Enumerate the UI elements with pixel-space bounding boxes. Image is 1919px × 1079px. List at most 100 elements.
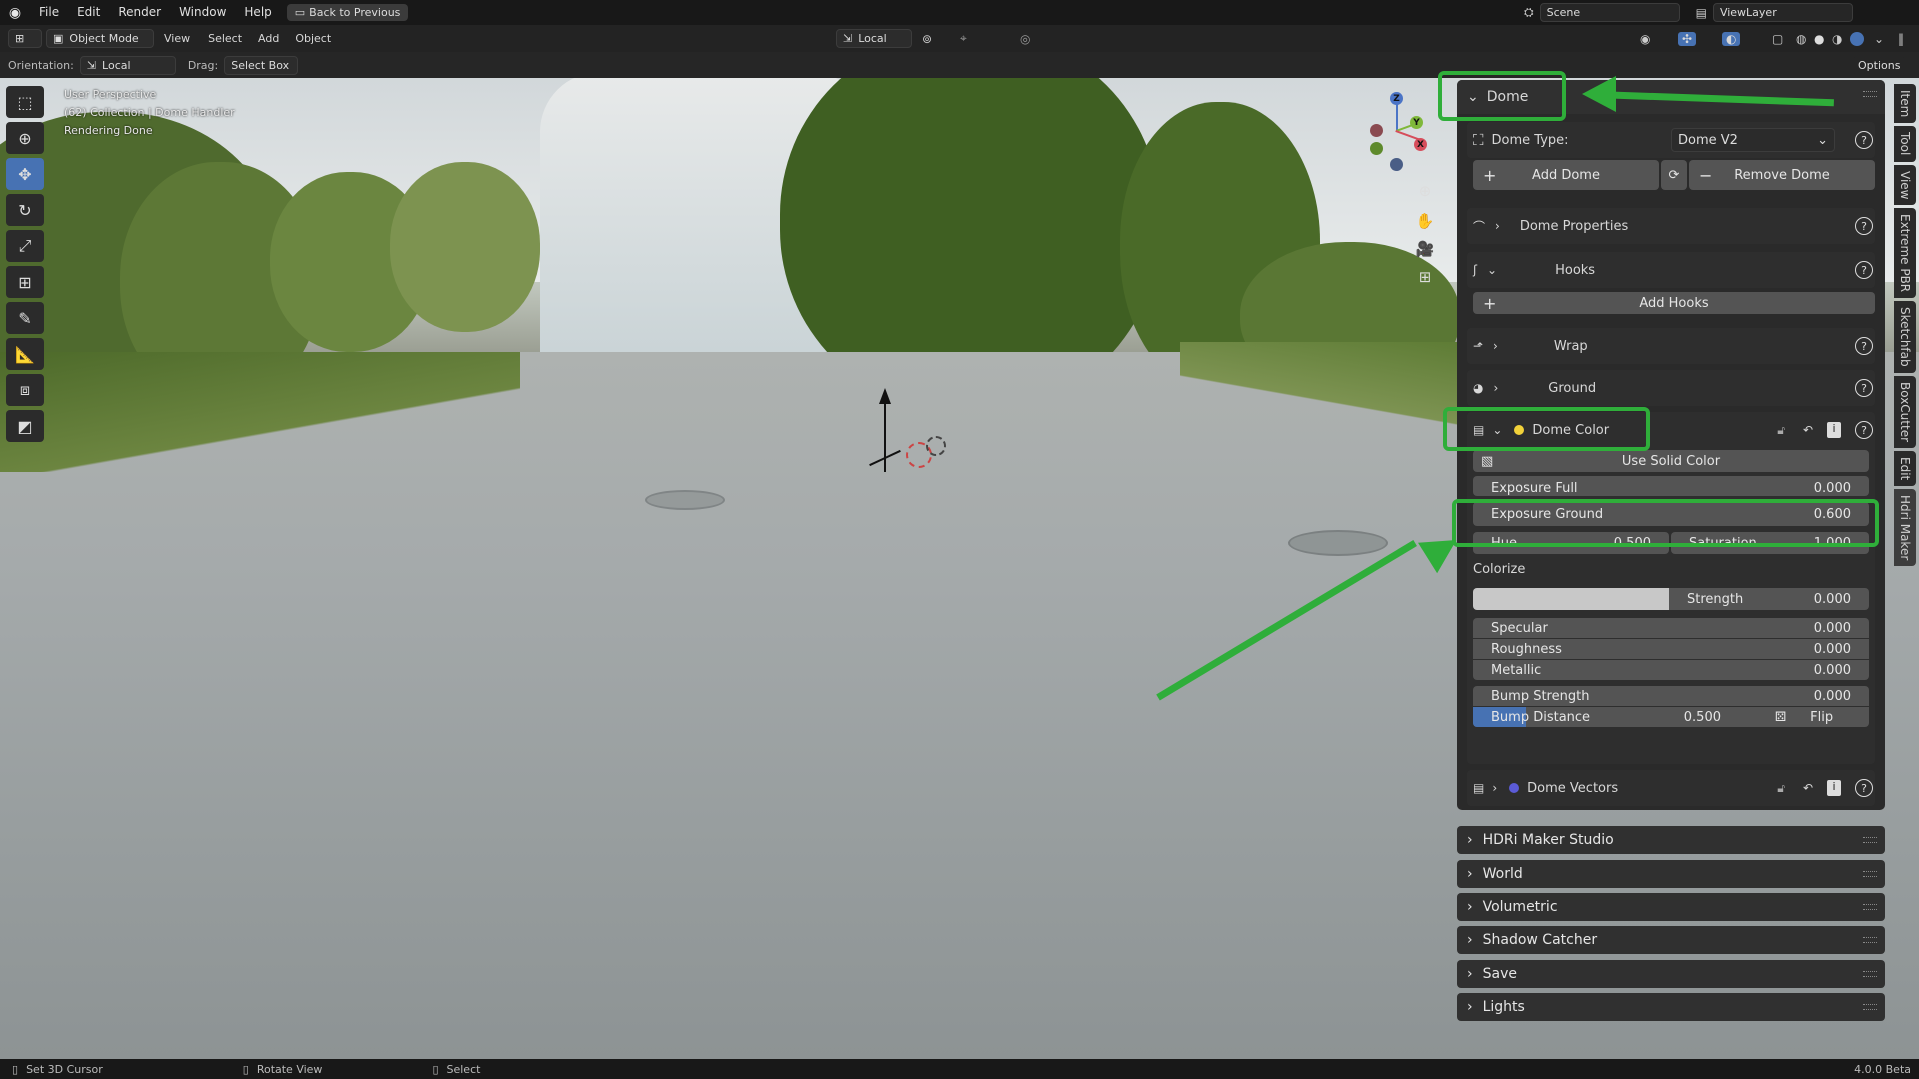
dome-handler-axis[interactable] xyxy=(884,392,886,472)
pause-icon[interactable]: ‖ xyxy=(1898,32,1904,46)
camera-icon[interactable]: 🎥 xyxy=(1414,238,1436,260)
drag-grip-icon[interactable] xyxy=(1863,91,1877,97)
annotate-tool-icon[interactable]: ✎ xyxy=(6,302,44,334)
help-icon[interactable]: ? xyxy=(1855,261,1873,279)
drag-grip-icon[interactable] xyxy=(1863,1004,1877,1010)
boxcutter-tool-icon[interactable]: ◩ xyxy=(6,410,44,442)
mode-selector[interactable]: ▣ Object Mode xyxy=(46,29,154,48)
undo-icon[interactable]: ↶ xyxy=(1803,423,1813,437)
wireframe-shading-icon[interactable]: ◍ xyxy=(1796,32,1806,46)
move-tool-icon[interactable]: ✥ xyxy=(6,158,44,190)
dome-properties-row[interactable]: ⌒ › Dome Properties ? xyxy=(1467,208,1875,244)
gizmo-y-axis[interactable]: Y xyxy=(1410,116,1423,129)
info-icon[interactable]: i xyxy=(1827,422,1841,438)
drag-grip-icon[interactable] xyxy=(1863,837,1877,843)
light-object[interactable] xyxy=(926,436,946,456)
zoom-icon[interactable]: ⊕ xyxy=(1414,180,1436,202)
proportional-editing-icon[interactable]: ◎ xyxy=(1020,32,1030,46)
ground-row[interactable]: ◕ › Ground ? xyxy=(1467,370,1875,406)
scale-tool-icon[interactable]: ⤢ xyxy=(6,230,44,262)
metallic-field[interactable]: Metallic 0.000 xyxy=(1473,660,1869,680)
hooks-row[interactable]: ʃ ⌄ Hooks ? xyxy=(1467,252,1875,288)
gizmo-x-axis[interactable]: X xyxy=(1414,138,1427,151)
add-dome-button[interactable]: + Add Dome xyxy=(1473,160,1659,190)
tab-edit[interactable]: Edit xyxy=(1894,450,1916,487)
remove-dome-button[interactable]: − Remove Dome xyxy=(1689,160,1875,190)
info-icon[interactable]: i xyxy=(1827,780,1841,796)
flip-toggle[interactable]: ⚄ Flip xyxy=(1739,707,1869,727)
cursor-tool-icon[interactable]: ⊕ xyxy=(6,122,44,154)
help-icon[interactable]: ? xyxy=(1855,217,1873,235)
bump-strength-field[interactable]: Bump Strength 0.000 xyxy=(1473,686,1869,706)
undo-icon[interactable]: ↶ xyxy=(1803,781,1813,795)
strength-field[interactable]: Strength 0.000 xyxy=(1669,588,1869,610)
xray-icon[interactable]: ▢ xyxy=(1772,32,1783,46)
gizmo-z-axis[interactable]: Z xyxy=(1390,92,1403,105)
use-solid-color-toggle[interactable]: ▧ Use Solid Color xyxy=(1473,450,1869,472)
menu-select[interactable]: Select xyxy=(200,32,250,45)
rendered-shading-icon[interactable] xyxy=(1850,31,1864,46)
gizmo-neg-x[interactable] xyxy=(1370,124,1383,137)
editor-type-selector[interactable]: ⊞ xyxy=(8,29,42,48)
panel-volumetric[interactable]: › Volumetric xyxy=(1457,893,1885,921)
measure-tool-icon[interactable]: 📐 xyxy=(6,338,44,370)
menu-object[interactable]: Object xyxy=(287,32,339,45)
panel-lights[interactable]: › Lights xyxy=(1457,993,1885,1021)
menu-view[interactable]: View xyxy=(154,32,200,45)
view-layer-selector[interactable]: ViewLayer xyxy=(1712,3,1853,22)
drag-selector[interactable]: Select Box xyxy=(224,55,299,75)
panel-save[interactable]: › Save xyxy=(1457,960,1885,988)
back-to-previous-button[interactable]: ▭ Back to Previous xyxy=(286,4,409,21)
menu-add[interactable]: Add xyxy=(250,32,287,45)
drag-grip-icon[interactable] xyxy=(1863,904,1877,910)
tab-tool[interactable]: Tool xyxy=(1894,126,1916,162)
menu-render[interactable]: Render xyxy=(109,0,170,25)
blender-logo-icon[interactable]: ◉ xyxy=(0,5,30,21)
tab-boxcutter[interactable]: BoxCutter xyxy=(1894,375,1916,448)
help-icon[interactable]: ? xyxy=(1855,131,1873,149)
help-icon[interactable]: ? xyxy=(1855,421,1873,439)
view-layer-icon[interactable]: ▤ xyxy=(1696,6,1707,20)
orientation-selector[interactable]: ⇲ Local xyxy=(79,55,176,75)
help-icon[interactable]: ? xyxy=(1855,379,1873,397)
gizmo-neg-z[interactable] xyxy=(1390,158,1403,171)
tab-view[interactable]: View xyxy=(1894,164,1916,206)
drag-grip-icon[interactable] xyxy=(1863,937,1877,943)
panel-hdri-maker-studio[interactable]: › HDRi Maker Studio xyxy=(1457,826,1885,854)
roughness-field[interactable]: Roughness 0.000 xyxy=(1473,639,1869,659)
scene-selector[interactable]: Scene xyxy=(1539,3,1680,22)
wrap-row[interactable]: ⬏ › Wrap ? xyxy=(1467,328,1875,364)
gizmo-toggle-icon[interactable]: ✣ xyxy=(1678,31,1697,46)
tab-item[interactable]: Item xyxy=(1894,84,1916,124)
colorize-color-swatch[interactable] xyxy=(1473,588,1669,610)
drag-grip-icon[interactable] xyxy=(1863,971,1877,977)
bump-distance-field[interactable]: Bump Distance 0.500 xyxy=(1473,707,1739,727)
navigation-gizmo[interactable]: Z Y X xyxy=(1362,92,1432,172)
help-icon[interactable]: ? xyxy=(1855,337,1873,355)
grid-icon[interactable]: ⊞ xyxy=(1414,266,1436,288)
tab-extreme-pbr[interactable]: Extreme PBR xyxy=(1894,208,1916,299)
snap-icon[interactable]: ⌖ xyxy=(960,31,967,46)
tab-hdri-maker[interactable]: Hdri Maker xyxy=(1894,489,1916,567)
menu-help[interactable]: Help xyxy=(235,0,280,25)
pivot-icon[interactable]: ⊚ xyxy=(922,32,932,46)
exposure-full-field[interactable]: Exposure Full 0.000 xyxy=(1473,476,1869,496)
rotate-tool-icon[interactable]: ↻ xyxy=(6,194,44,226)
drag-grip-icon[interactable] xyxy=(1863,871,1877,877)
scene-icon[interactable]: ⛭ xyxy=(1524,5,1534,20)
tab-sketchfab[interactable]: Sketchfab xyxy=(1894,301,1916,373)
gizmo-neg-y[interactable] xyxy=(1370,142,1383,155)
select-box-tool-icon[interactable]: ⬚ xyxy=(6,86,44,118)
help-icon[interactable]: ? xyxy=(1855,779,1873,797)
specular-field[interactable]: Specular 0.000 xyxy=(1473,618,1869,638)
transform-orientation-selector[interactable]: ⇲ Local xyxy=(836,29,912,48)
menu-window[interactable]: Window xyxy=(170,0,235,25)
menu-file[interactable]: File xyxy=(30,0,68,25)
refresh-dome-button[interactable]: ⟳ xyxy=(1661,160,1687,190)
visibility-icon[interactable]: ◉ xyxy=(1640,32,1650,46)
dome-vectors-row[interactable]: ▤ › Dome Vectors 🔓︎ ↶ i ? xyxy=(1467,770,1875,806)
panel-world[interactable]: › World xyxy=(1457,860,1885,888)
options-button[interactable]: Options xyxy=(1852,56,1907,74)
transform-tool-icon[interactable]: ⊞ xyxy=(6,266,44,298)
dome-type-selector[interactable]: Dome V2 ⌄ xyxy=(1671,128,1835,152)
